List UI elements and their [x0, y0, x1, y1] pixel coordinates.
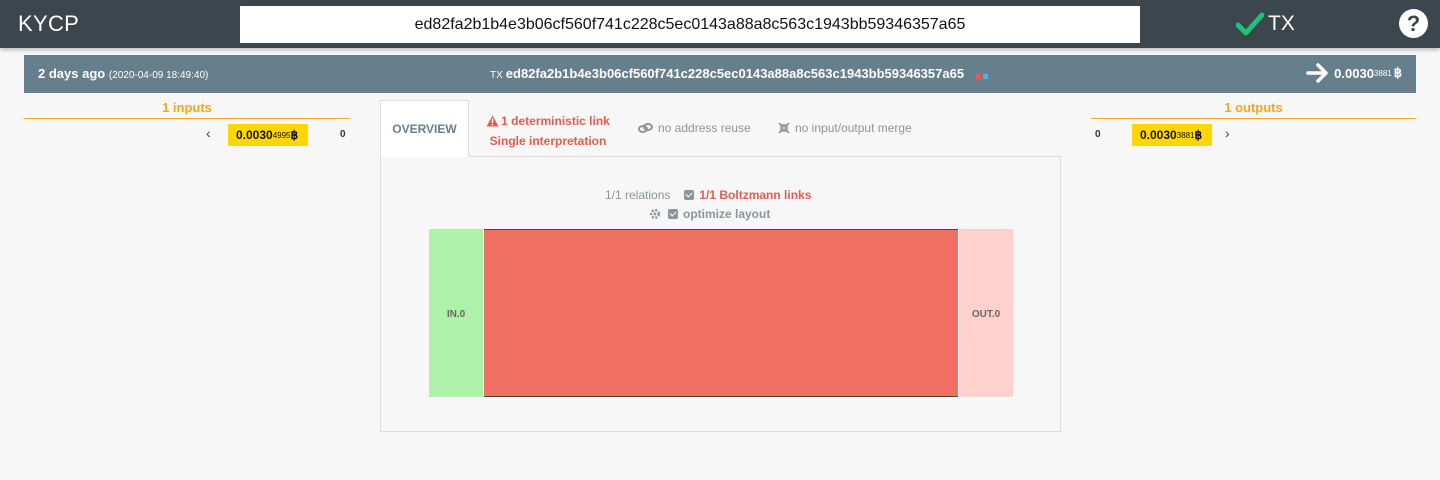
io-merge-label: no input/output merge: [795, 121, 912, 135]
tx-status-label: TX: [1268, 12, 1295, 35]
tx-status: TX: [1236, 10, 1295, 38]
single-interpretation-label: Single interpretation: [489, 134, 607, 148]
output-index: 0: [1095, 129, 1101, 140]
next-chevron-icon[interactable]: ›: [1225, 125, 1230, 141]
tab-io-merge[interactable]: no input/output merge: [778, 121, 912, 135]
link-0: [484, 229, 958, 397]
tx-id-value: ed82fa2b1b4e3b06cf560f741c228c5ec0143a88…: [505, 66, 965, 81]
input-currency: ฿: [290, 128, 299, 142]
tx-age-label: 2 days ago: [38, 66, 106, 81]
tx-info-bar: 2 days ago (2020-04-09 18:49:40) TX ed82f…: [24, 55, 1416, 93]
output-value-main: 0.0030: [1140, 128, 1177, 142]
link-icon: [638, 123, 653, 133]
tx-tags-icon: [975, 67, 990, 82]
overview-panel: 1/1 relations 1/1 Boltzmann links optimi…: [380, 156, 1061, 432]
deterministic-link-label: 1 deterministic link: [501, 114, 610, 128]
input-value-small: 4995: [272, 130, 291, 140]
tx-timestamp: (2020-04-09 18:49:40): [108, 70, 209, 81]
tab-overview[interactable]: OVERVIEW: [380, 100, 469, 157]
tx-prefix: TX: [490, 70, 503, 81]
currency-symbol: ฿: [1393, 65, 1402, 80]
output-node-label-0: OUT.0: [972, 309, 1001, 320]
amount-small: 3881: [1373, 68, 1392, 78]
output-currency: ฿: [1194, 128, 1203, 142]
input-node-label-0: IN.0: [447, 309, 466, 320]
tx-total-amount: 0.0030 3881 ฿: [1306, 63, 1402, 83]
tab-deterministic-links[interactable]: 1 deterministic link Single interpretati…: [478, 111, 618, 151]
inputs-header: 1 inputs: [24, 100, 350, 119]
input-value-main: 0.0030: [236, 128, 273, 142]
warning-icon: [486, 115, 499, 127]
top-bar: KYCP TX ?: [0, 0, 1440, 48]
prev-chevron-icon[interactable]: ‹: [206, 125, 211, 141]
tab-address-reuse[interactable]: no address reuse: [638, 121, 751, 135]
arrow-right-icon: [1306, 63, 1328, 83]
address-reuse-label: no address reuse: [658, 121, 751, 135]
tx-id[interactable]: TX ed82fa2b1b4e3b06cf560f741c228c5ec0143a…: [490, 66, 990, 82]
check-icon: [1236, 12, 1264, 36]
output-value[interactable]: 0.0030 3881 ฿: [1132, 124, 1212, 146]
tx-age: 2 days ago (2020-04-09 18:49:40): [38, 66, 208, 81]
input-index: 0: [340, 129, 346, 140]
help-icon[interactable]: ?: [1399, 9, 1428, 38]
compress-icon: [778, 122, 790, 134]
output-value-small: 3881: [1176, 130, 1195, 140]
app-logo[interactable]: KYCP: [18, 11, 79, 37]
link-graph: IN.0 OUT.0: [429, 229, 1013, 397]
outputs-header: 1 outputs: [1091, 100, 1416, 119]
amount-main: 0.0030: [1334, 65, 1374, 81]
input-value[interactable]: 0.0030 4995 ฿: [228, 124, 308, 146]
txid-search-input[interactable]: [240, 6, 1140, 43]
